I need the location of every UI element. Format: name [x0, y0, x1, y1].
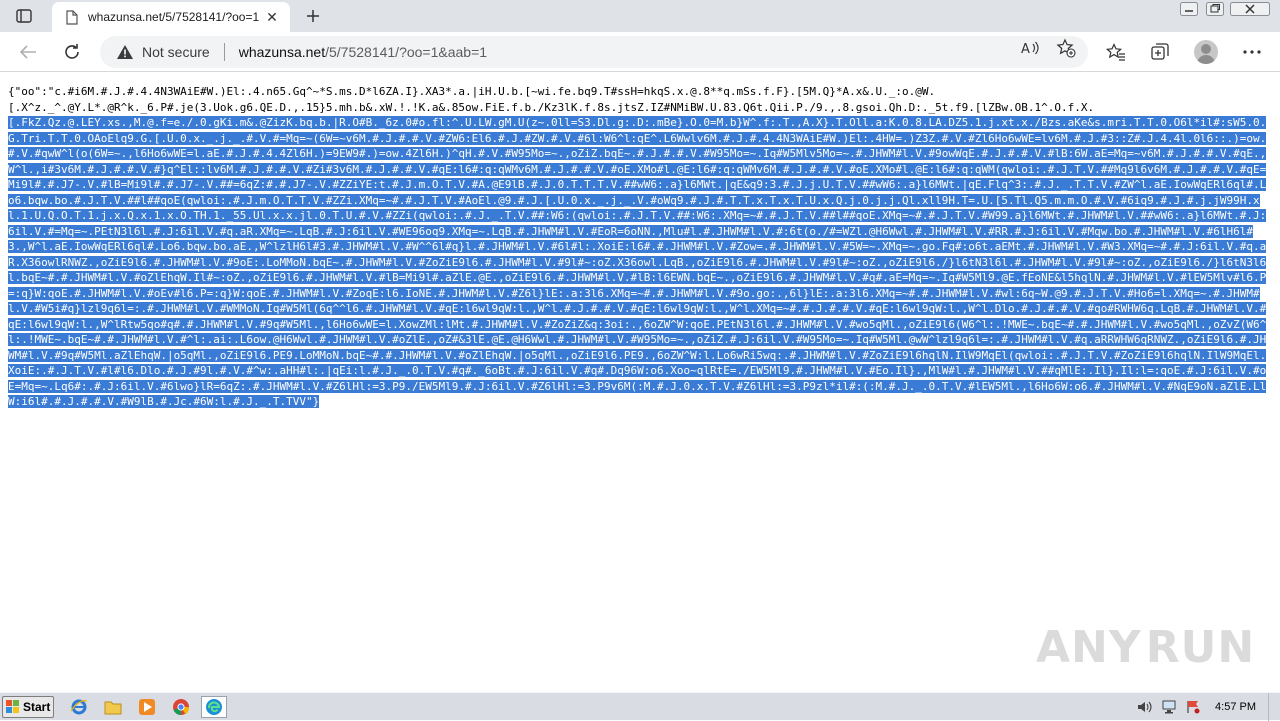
collections-icon	[1151, 43, 1169, 60]
start-button[interactable]: Start	[2, 696, 54, 718]
minimize-button[interactable]	[1176, 0, 1202, 18]
read-aloud-icon: A	[1021, 41, 1039, 55]
browser-tab-active[interactable]: whazunsa.net/5/7528141/?oo=1 ✕	[52, 2, 290, 32]
windows-logo-icon	[6, 700, 20, 714]
close-window-button[interactable]	[1228, 0, 1272, 18]
taskbar-ie[interactable]	[66, 696, 92, 718]
page-document-icon	[64, 9, 80, 25]
browser-titlebar: whazunsa.net/5/7528141/?oo=1 ✕	[0, 0, 1280, 32]
volume-icon[interactable]	[1135, 697, 1155, 717]
svg-text:A: A	[1021, 42, 1030, 55]
taskbar-chrome[interactable]	[168, 696, 194, 718]
tab-actions-icon	[16, 9, 32, 23]
collections-button[interactable]	[1148, 40, 1172, 64]
minimize-icon	[1180, 2, 1198, 16]
window-controls	[1176, 0, 1272, 18]
url-text[interactable]: whazunsa.net/5/7528141/?oo=1&aab=1	[239, 44, 487, 60]
system-tray: 4:57 PM	[1135, 693, 1280, 721]
raw-text-unselected: {"oo":"c.#i6M.#.J.#.4.4N3WAiE#W.)El:.4.n…	[8, 85, 1095, 114]
security-flag-icon[interactable]	[1183, 697, 1203, 717]
watermark-run: RUN	[1145, 621, 1256, 673]
chrome-icon	[173, 699, 190, 716]
tab-close-icon[interactable]: ✕	[262, 7, 282, 27]
reload-button[interactable]	[60, 40, 84, 64]
watermark-any: ANY	[1036, 621, 1142, 673]
taskbar-clock[interactable]: 4:57 PM	[1215, 701, 1256, 713]
url-host: whazunsa.net	[238, 44, 326, 60]
raw-text-selected: [.FkZ.Qz.@.LEY.xs.,M.@.f=e./.0.gKi.m&.@Z…	[8, 116, 1267, 408]
taskbar-edge[interactable]	[201, 696, 227, 718]
anyrun-watermark: ANY RUN	[1036, 612, 1254, 682]
address-bar[interactable]: Not secure whazunsa.net/5/7528141/?oo=1&…	[100, 36, 1088, 68]
back-button[interactable]	[16, 40, 40, 64]
favorites-list-icon	[1106, 43, 1125, 61]
not-secure-label[interactable]: Not secure	[142, 44, 210, 60]
start-label: Start	[23, 700, 51, 714]
url-path: /5/7528141/?oo=1&aab=1	[325, 44, 488, 60]
warning-triangle-icon[interactable]	[116, 43, 134, 61]
plus-icon	[307, 10, 319, 22]
internet-explorer-icon	[70, 699, 88, 715]
settings-menu-button[interactable]	[1240, 40, 1264, 64]
profile-avatar[interactable]	[1194, 40, 1218, 64]
add-favorite-button[interactable]	[1054, 36, 1078, 60]
read-aloud-button[interactable]: A	[1018, 36, 1042, 60]
show-desktop-button[interactable]	[1268, 693, 1280, 721]
taskbar-explorer[interactable]	[100, 696, 126, 718]
more-dots-icon	[1243, 50, 1261, 54]
favorites-button[interactable]	[1104, 40, 1128, 64]
reload-icon	[65, 44, 79, 59]
star-add-icon	[1056, 38, 1076, 58]
browser-toolbar: Not secure whazunsa.net/5/7528141/?oo=1&…	[0, 32, 1280, 72]
close-window-icon	[1230, 2, 1270, 16]
media-player-icon	[139, 699, 155, 715]
raw-response-text[interactable]: {"oo":"c.#i6M.#.J.#.4.4N3WAiE#W.)El:.4.n…	[8, 84, 1272, 410]
restore-icon	[1206, 2, 1224, 16]
network-icon[interactable]	[1159, 697, 1179, 717]
tab-actions-button[interactable]	[12, 6, 36, 26]
maximize-button[interactable]	[1202, 0, 1228, 18]
folder-icon	[104, 701, 122, 715]
tab-title: whazunsa.net/5/7528141/?oo=1	[88, 10, 260, 24]
page-content: {"oo":"c.#i6M.#.J.#.4.4N3WAiE#W.)El:.4.n…	[0, 72, 1280, 692]
back-arrow-icon	[19, 45, 36, 59]
address-divider	[223, 43, 225, 61]
taskbar-media-player[interactable]	[134, 696, 160, 718]
windows-taskbar: Start 4:57 PM	[0, 692, 1280, 721]
new-tab-button[interactable]	[302, 5, 324, 27]
edge-icon	[206, 699, 222, 715]
